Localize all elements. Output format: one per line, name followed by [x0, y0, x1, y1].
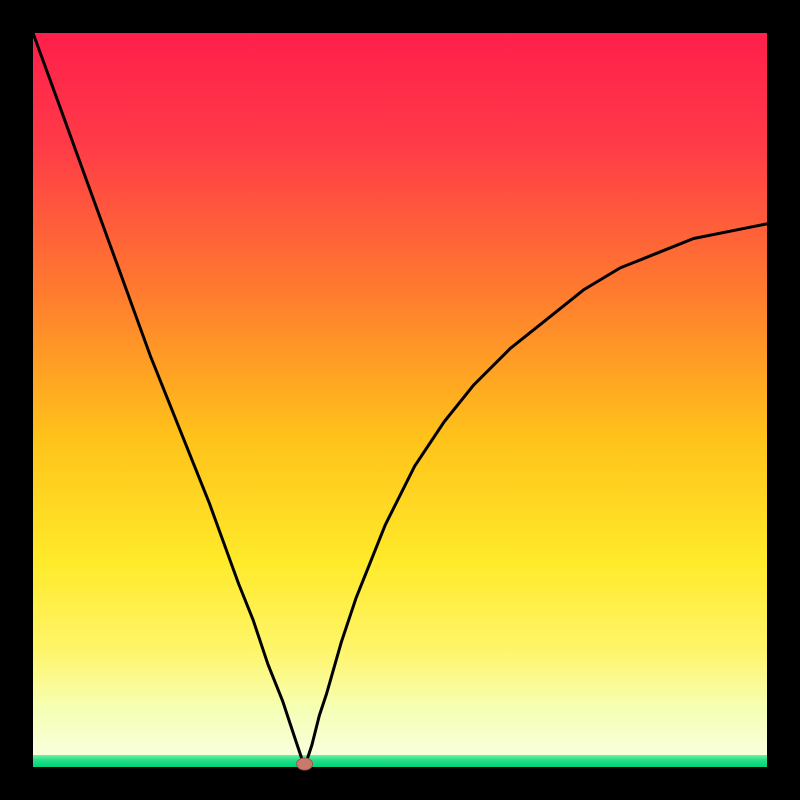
chart-container: TheBottleneck.com — [0, 0, 800, 800]
plot-background — [33, 33, 767, 767]
bottleneck-plot — [0, 0, 800, 800]
optimal-marker — [297, 758, 313, 770]
green-band — [33, 755, 767, 767]
